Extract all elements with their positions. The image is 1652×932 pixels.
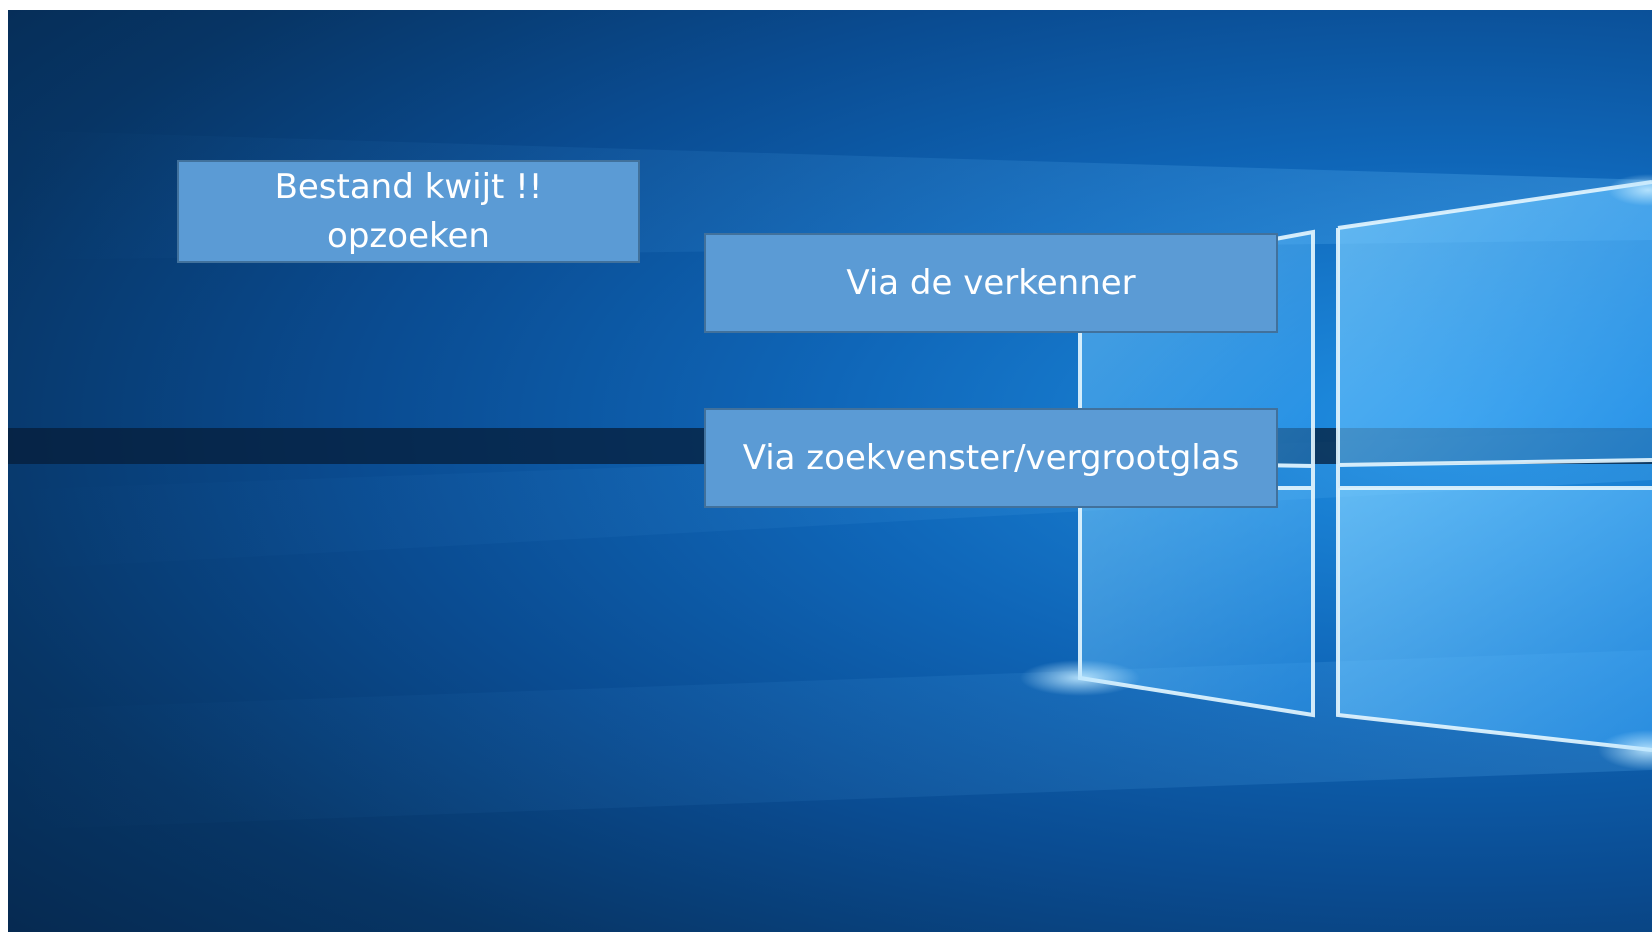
option-zoekvenster-box[interactable]: Via zoekvenster/vergrootglas	[704, 408, 1278, 508]
window-pane-bottom-right	[1338, 488, 1652, 750]
option-zoekvenster-label: Via zoekvenster/vergrootglas	[742, 437, 1240, 478]
title-line-2: opzoeken	[327, 215, 490, 256]
option-verkenner-label: Via de verkenner	[846, 262, 1136, 303]
title-line-1: Bestand kwijt !!	[274, 167, 543, 208]
title-box: Bestand kwijt !! opzoeken	[177, 160, 640, 263]
light-glow	[1020, 660, 1140, 696]
option-verkenner-box[interactable]: Via de verkenner	[704, 233, 1278, 333]
window-pane-top-right	[1338, 182, 1652, 465]
slide-canvas: Bestand kwijt !! opzoeken Via de verkenn…	[8, 10, 1652, 932]
